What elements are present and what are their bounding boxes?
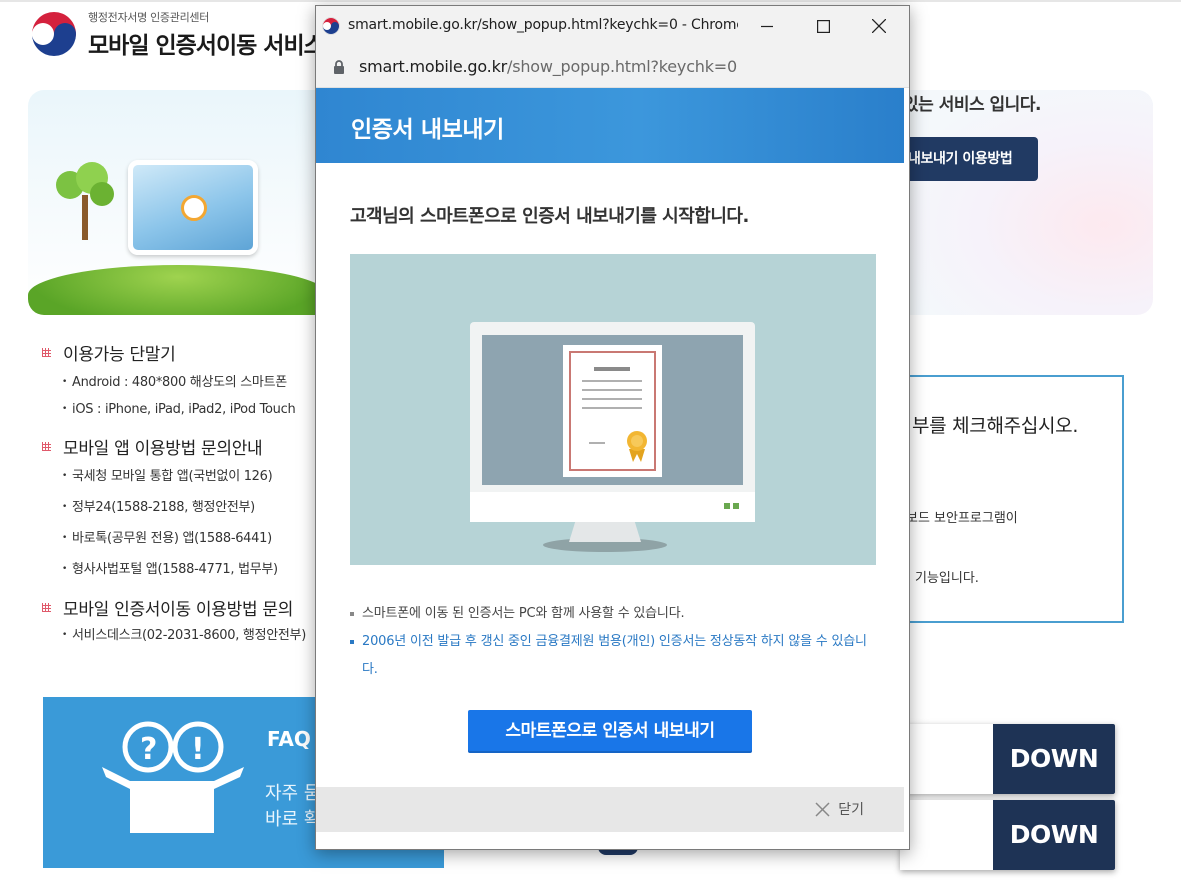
site-logo[interactable]: 행정전자서명 인증관리센터 모바일 인증서이동 서비스 bbox=[28, 8, 325, 60]
window-title: smart.mobile.go.kr/show_popup.html?keych… bbox=[348, 17, 738, 33]
minimize-icon bbox=[761, 25, 773, 28]
list-item: 서비스데스크(02-2031-8600, 행정안전부) bbox=[62, 624, 322, 643]
url-text[interactable]: smart.mobile.go.kr/show_popup.html?keych… bbox=[359, 57, 737, 76]
section-title: 모바일 인증서이동 이용방법 문의 bbox=[63, 600, 294, 620]
close-icon bbox=[872, 19, 886, 33]
svg-text:?: ? bbox=[140, 732, 157, 767]
faq-box-icon: ? ! bbox=[98, 719, 248, 839]
notice-text: 기능입니다. bbox=[915, 571, 979, 586]
popup-window: smart.mobile.go.kr/show_popup.html?keych… bbox=[315, 5, 910, 850]
window-titlebar[interactable]: smart.mobile.go.kr/show_popup.html?keych… bbox=[316, 6, 909, 46]
banner-hill-illustration bbox=[28, 265, 328, 315]
url-path: /show_popup.html?keychk=0 bbox=[507, 57, 737, 76]
banner-right-gradient bbox=[908, 90, 1153, 315]
section-bullet-icon bbox=[42, 442, 51, 451]
notice-text: 부를 체크해주십시오. bbox=[912, 415, 1079, 437]
popup-header: 인증서 내보내기 bbox=[316, 88, 904, 163]
list-item: 정부24(1588-2188, 행정안전부) bbox=[62, 496, 322, 515]
note-item: 스마트폰에 이동 된 인증서는 PC와 함께 사용할 수 있습니다. bbox=[350, 600, 870, 628]
maximize-icon bbox=[816, 19, 830, 33]
download-button[interactable]: DOWN bbox=[993, 724, 1115, 794]
video-screen-illustration bbox=[128, 160, 258, 255]
section-devices: 이용가능 단말기 Android : 480*800 해상도의 스마트폰 iOS… bbox=[42, 340, 322, 417]
section-bullet-icon bbox=[42, 603, 51, 612]
address-bar[interactable]: smart.mobile.go.kr/show_popup.html?keych… bbox=[316, 46, 909, 88]
taegeuk-emblem-icon bbox=[28, 8, 80, 60]
banner-tagline: 있는 서비스 입니다. bbox=[903, 95, 1041, 115]
info-sections: 이용가능 단말기 Android : 480*800 해상도의 스마트폰 iOS… bbox=[42, 340, 322, 643]
monitor-certificate-icon bbox=[470, 322, 755, 552]
section-app-inquiry: 모바일 앱 이용방법 문의안내 국세청 모바일 통합 앱(국번없이 126) 정… bbox=[42, 434, 322, 577]
intro-text: 고객님의 스마트폰으로 인증서 내보내기를 시작합니다. bbox=[350, 206, 749, 227]
close-icon bbox=[815, 801, 830, 817]
download-button[interactable]: DOWN bbox=[993, 800, 1115, 870]
section-transfer-inquiry: 모바일 인증서이동 이용방법 문의 서비스데스크(02-2031-8600, 행… bbox=[42, 595, 322, 643]
tree-illustration-icon bbox=[50, 160, 120, 240]
notes-list: 스마트폰에 이동 된 인증서는 PC와 함께 사용할 수 있습니다. 2006년… bbox=[350, 600, 870, 684]
list-item: 국세청 모바일 통합 앱(국번없이 126) bbox=[62, 465, 322, 484]
section-title: 모바일 앱 이용방법 문의안내 bbox=[63, 439, 263, 459]
url-host: smart.mobile.go.kr bbox=[359, 57, 508, 76]
maximize-button[interactable] bbox=[795, 6, 851, 46]
logo-title: 모바일 인증서이동 서비스 bbox=[88, 32, 325, 59]
favicon-icon bbox=[322, 17, 340, 35]
popup-title: 인증서 내보내기 bbox=[351, 117, 504, 143]
popup-footer: 닫기 bbox=[316, 787, 904, 832]
logo-subtitle: 행정전자서명 인증관리센터 bbox=[88, 10, 210, 24]
close-window-button[interactable] bbox=[851, 6, 907, 46]
section-title: 이용가능 단말기 bbox=[63, 345, 176, 365]
note-item-warning: 2006년 이전 발급 후 갱신 중인 금융결제원 범용(개인) 인증서는 정상… bbox=[350, 628, 870, 684]
notice-text: 보드 보안프로그램이 bbox=[906, 511, 1018, 526]
list-item: iOS : iPhone, iPad, iPad2, iPod Touch bbox=[62, 402, 322, 417]
close-label: 닫기 bbox=[838, 802, 864, 818]
lock-icon bbox=[334, 60, 344, 74]
play-icon bbox=[181, 195, 207, 221]
page-top-border bbox=[0, 0, 1181, 2]
svg-text:!: ! bbox=[191, 732, 205, 767]
close-popup-button[interactable]: 닫기 bbox=[815, 799, 864, 819]
notice-box: 부를 체크해주십시오. 보드 보안프로그램이 기능입니다. bbox=[900, 375, 1124, 623]
export-certificate-button[interactable]: 스마트폰으로 인증서 내보내기 bbox=[468, 710, 752, 753]
list-item: Android : 480*800 해상도의 스마트폰 bbox=[62, 371, 322, 390]
minimize-button[interactable] bbox=[739, 6, 795, 46]
list-item: 형사사법포털 앱(1588-4771, 법무부) bbox=[62, 558, 322, 577]
faq-title: FAQ bbox=[267, 727, 311, 751]
list-item: 바로톡(공무원 전용) 앱(1588-6441) bbox=[62, 527, 322, 546]
section-bullet-icon bbox=[42, 348, 51, 357]
certificate-monitor-illustration bbox=[350, 254, 876, 565]
